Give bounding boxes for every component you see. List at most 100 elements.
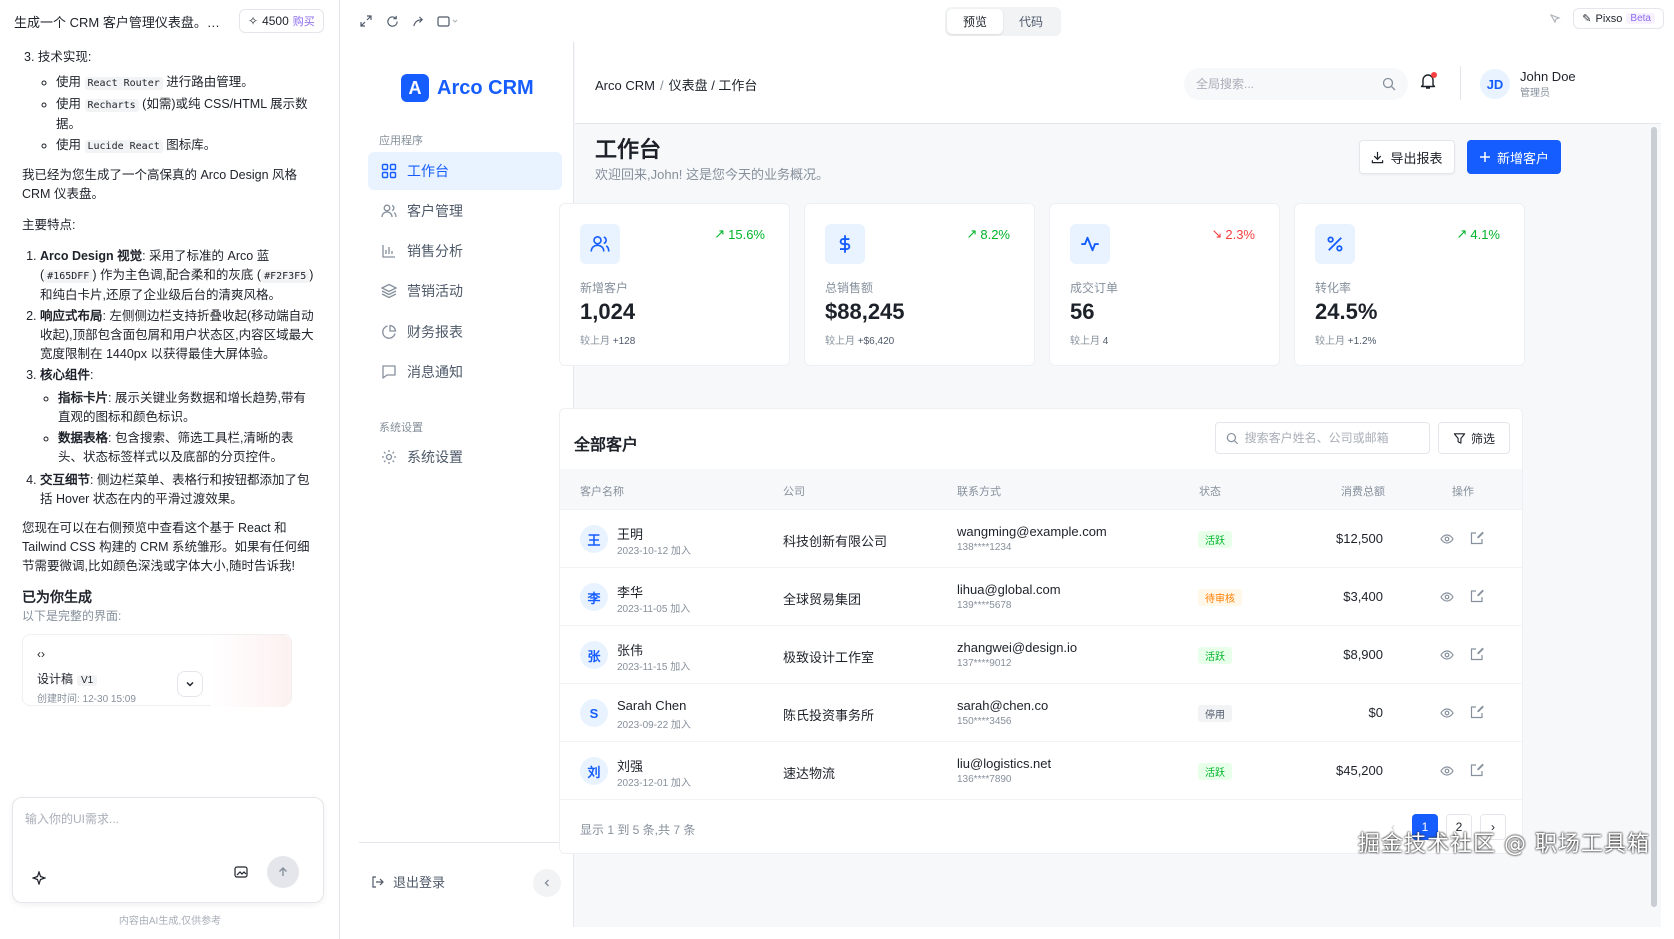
export-report-button[interactable]: 导出报表 [1359,140,1455,174]
add-customer-button[interactable]: 新增客户 [1467,140,1561,174]
sidebar-item-marketing[interactable]: 营销活动 [368,272,562,310]
chevron-down-icon[interactable] [177,671,203,697]
list-item: 使用 React Router 进行路由管理。 [56,73,317,93]
sidebar-item-label: 消息通知 [407,364,463,380]
logo-text: Arco CRM [437,76,534,99]
customer-amount: $0 [1368,705,1383,720]
sidebar-item-finance[interactable]: 财务报表 [368,313,562,351]
eye-icon[interactable] [1440,648,1454,662]
refresh-icon[interactable] [381,10,403,32]
tab-code[interactable]: 代码 [1003,9,1059,34]
summary-text: 我已经为您生成了一个高保真的 Arco Design 风格 CRM 仪表盘。 [22,168,298,201]
customer-search [1215,422,1430,454]
collapse-sidebar-button[interactable] [533,869,561,897]
table-row[interactable]: 刘 刘强 2023-12-01 加入 速达物流 liu@logistics.ne… [560,741,1522,799]
device-icon[interactable] [433,10,463,32]
app-sidebar: A Arco CRM 应用程序 工作台 客户管理 销售分析 营销活动 财务报表 … [359,42,574,927]
app-logo[interactable]: A Arco CRM [401,74,534,102]
page-title: 工作台 [595,137,662,162]
table-row[interactable]: 张 张伟 2023-11-15 加入 极致设计工作室 zhangwei@desi… [560,625,1522,683]
customer-joined: 2023-11-05 加入 [617,604,691,615]
customer-email: zhangwei@design.io [957,640,1078,655]
users-icon [580,224,620,264]
table-row[interactable]: 李 李华 2023-11-05 加入 全球贸易集团 lihua@global.c… [560,567,1522,625]
list-item: 使用 Recharts (如需)或纯 CSS/HTML 展示数据。 [56,95,317,134]
edit-icon[interactable] [1470,531,1484,545]
sidebar-item-settings[interactable]: 系统设置 [368,438,562,476]
sidebar-item-label: 客户管理 [407,203,463,219]
tech-heading: 3. 技术实现: [24,50,92,64]
customer-avatar: 李 [580,583,608,611]
customer-amount: $12,500 [1336,531,1383,546]
sidebar-item-messages[interactable]: 消息通知 [368,353,562,391]
eye-icon[interactable] [1440,590,1454,604]
chat-panel: 生成一个 CRM 客户管理仪表盘。左... ✧ 4500 购买 3. 技术实现:… [0,0,340,939]
magic-icon[interactable] [25,864,53,892]
prompt-input[interactable] [13,798,323,848]
customer-company: 速达物流 [783,766,836,781]
status-badge: 待审核 [1198,589,1242,606]
eye-icon[interactable] [1440,706,1454,720]
list-item: Arco Design 视觉: 采用了标准的 Arco 蓝 (#165DFF) … [40,247,317,305]
customer-search-input[interactable] [1244,431,1419,445]
sidebar-item-sales[interactable]: 销售分析 [368,232,562,270]
status-badge: 停用 [1198,705,1232,722]
global-search [1184,68,1408,100]
stat-compare: 较上月 +$6,420 [825,336,895,347]
customer-avatar: 王 [580,525,608,553]
table-row[interactable]: S Sarah Chen 2023-09-22 加入 陈氏投资事务所 sarah… [560,683,1522,741]
sidebar-item-dashboard[interactable]: 工作台 [368,152,562,190]
edit-icon[interactable] [1470,647,1484,661]
sparkle-icon: ✧ [248,14,259,28]
customer-name: 张伟 [617,643,644,658]
sidebar-item-customers[interactable]: 客户管理 [368,192,562,230]
customer-name: Sarah Chen [617,698,687,713]
logout-button[interactable]: 退出登录 [371,872,445,891]
customer-joined: 2023-11-15 加入 [617,662,691,673]
search-icon[interactable] [1382,77,1396,91]
stat-card-total-sales: ↗ 8.2% 总销售额 $88,245 较上月 +$6,420 [804,203,1035,366]
cursor-icon[interactable] [1548,12,1562,29]
customer-phone: 139****5678 [957,600,1012,611]
plus-icon [1479,152,1490,162]
status-badge: 活跃 [1198,531,1232,548]
chat-input-box [12,797,324,903]
expand-icon[interactable] [355,10,377,32]
layers-icon [381,283,397,299]
eye-icon[interactable] [1440,532,1454,546]
chat-messages[interactable]: 3. 技术实现: 使用 React Router 进行路由管理。 使用 Rech… [0,48,339,788]
artifact-card[interactable]: ‹› 设计稿 V1 创建时间: 12-30 15:09 [22,634,292,707]
pixso-button[interactable]: ✎ Pixso Beta [1573,8,1664,29]
breadcrumb-current: 仪表盘 / 工作台 [668,78,758,93]
tab-preview[interactable]: 预览 [947,9,1004,34]
customer-email: liu@logistics.net [957,756,1052,771]
customer-joined: 2023-09-22 加入 [617,720,691,731]
edit-icon[interactable] [1470,589,1484,603]
chat-title: 生成一个 CRM 客户管理仪表盘。左... [14,14,229,30]
features-heading: 主要特点: [22,218,76,232]
customer-name: 刘强 [617,759,644,774]
breadcrumb-root[interactable]: Arco CRM [595,78,655,93]
share-icon[interactable] [407,10,429,32]
send-button[interactable] [267,856,299,888]
features-list: Arco Design 视觉: 采用了标准的 Arco 蓝 (#165DFF) … [22,247,317,509]
user-menu[interactable]: JD John Doe 管理员 [1480,69,1576,99]
grid-icon [381,163,397,179]
generated-subtitle: 以下是完整的界面: [22,609,122,623]
table-row[interactable]: 王 王明 2023-10-12 加入 科技创新有限公司 wangming@exa… [560,509,1522,567]
image-upload-icon[interactable] [227,858,255,886]
scrollbar[interactable] [1651,127,1657,907]
filter-button[interactable]: 筛选 [1438,422,1510,454]
buy-link[interactable]: 购买 [293,13,315,29]
global-search-input[interactable] [1196,77,1366,91]
customer-avatar: S [580,699,608,727]
edit-icon[interactable] [1470,763,1484,777]
notification-bell[interactable] [1419,72,1437,93]
eye-icon[interactable] [1440,764,1454,778]
preview-frame: A Arco CRM 应用程序 工作台 客户管理 销售分析 营销活动 财务报表 … [359,42,1661,927]
sidebar-item-label: 财务报表 [407,324,463,340]
customer-joined: 2023-12-01 加入 [617,778,691,789]
pie-chart-icon [382,324,397,339]
edit-icon[interactable] [1470,705,1484,719]
credits-badge[interactable]: ✧ 4500 购买 [239,9,324,33]
